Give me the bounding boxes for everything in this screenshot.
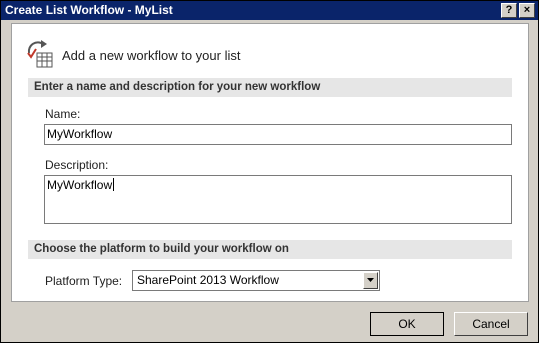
dialog-window: Create List Workflow - MyList ? × Add a … [0, 0, 539, 343]
description-value: MyWorkflow [47, 178, 113, 192]
platform-type-label: Platform Type: [45, 274, 123, 288]
ok-button[interactable]: OK [370, 312, 444, 336]
section-name-description-header: Enter a name and description for your ne… [28, 78, 512, 97]
section-platform-header: Choose the platform to build your workfl… [28, 240, 512, 259]
dialog-content: Add a new workflow to your list Enter a … [11, 23, 529, 302]
description-input[interactable]: MyWorkflow [44, 175, 512, 224]
workflow-icon [25, 39, 55, 72]
window-title: Create List Workflow - MyList [5, 3, 173, 17]
platform-type-value: SharePoint 2013 Workflow [137, 273, 279, 287]
dropdown-arrow-button[interactable] [363, 272, 378, 289]
name-input[interactable]: MyWorkflow [44, 124, 512, 145]
cancel-button[interactable]: Cancel [454, 312, 528, 336]
header-text: Add a new workflow to your list [62, 48, 241, 63]
description-label: Description: [45, 158, 109, 172]
text-caret [113, 178, 115, 191]
name-label: Name: [45, 107, 81, 121]
help-button[interactable]: ? [501, 3, 517, 18]
close-button[interactable]: × [519, 3, 535, 18]
platform-type-select[interactable]: SharePoint 2013 Workflow [132, 270, 380, 291]
title-bar[interactable]: Create List Workflow - MyList ? × [1, 1, 538, 20]
chevron-down-icon [367, 278, 374, 282]
